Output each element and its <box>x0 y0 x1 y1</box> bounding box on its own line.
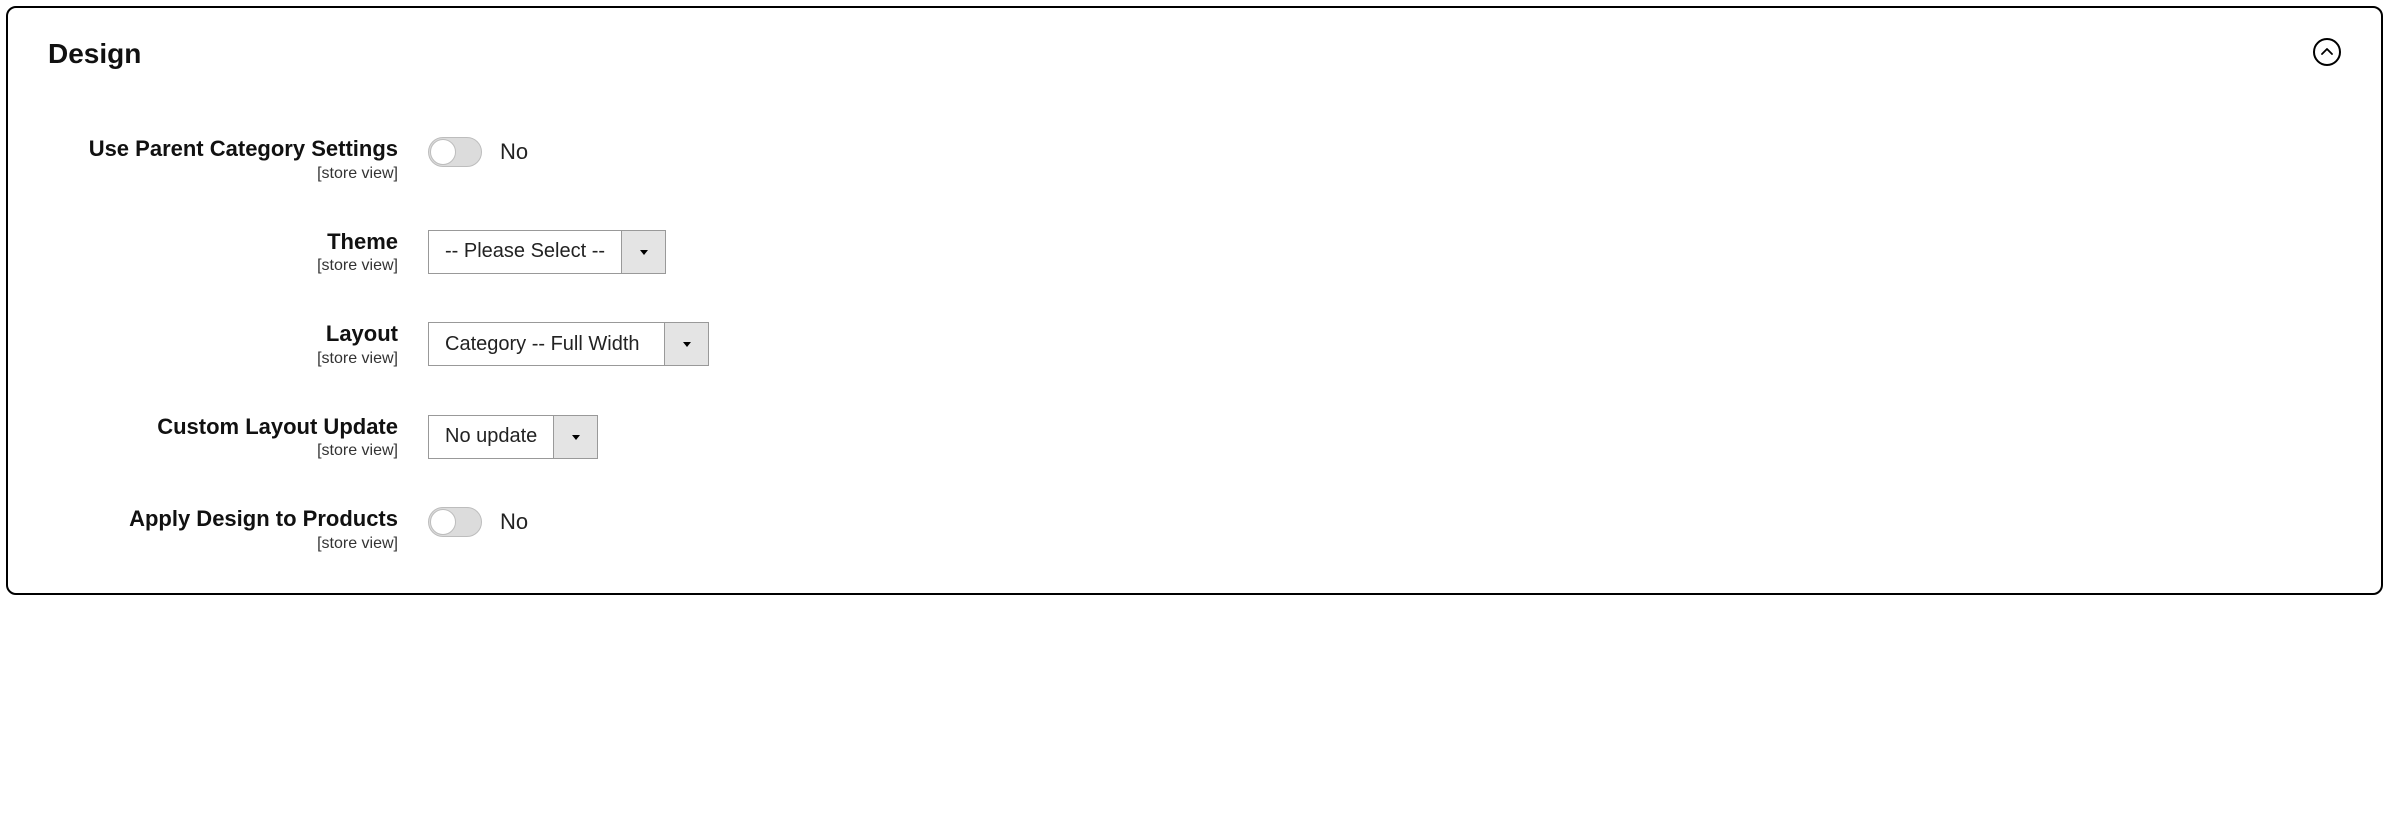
label-col: Theme [store view] <box>48 228 428 276</box>
toggle-value-use-parent: No <box>500 139 528 165</box>
caret-down-icon <box>570 431 582 443</box>
row-use-parent: Use Parent Category Settings [store view… <box>48 135 2341 183</box>
label-col: Custom Layout Update [store view] <box>48 413 428 461</box>
toggle-knob <box>430 139 456 165</box>
field-label-layout: Layout <box>48 320 398 348</box>
scope-label: [store view] <box>48 165 398 183</box>
label-col: Use Parent Category Settings [store view… <box>48 135 428 183</box>
control-col: No update <box>428 413 598 459</box>
toggle-use-parent[interactable] <box>428 137 482 167</box>
control-col: -- Please Select -- <box>428 228 666 274</box>
select-theme[interactable]: -- Please Select -- <box>428 230 666 274</box>
toggle-knob <box>430 509 456 535</box>
design-panel: Design Use Parent Category Settings [sto… <box>6 6 2383 595</box>
scope-label: [store view] <box>48 257 398 275</box>
select-arrow <box>664 323 708 365</box>
field-label-custom-layout-update: Custom Layout Update <box>48 413 398 441</box>
control-col: Category -- Full Width <box>428 320 709 366</box>
label-col: Layout [store view] <box>48 320 428 368</box>
select-arrow <box>621 231 665 273</box>
select-theme-value: -- Please Select -- <box>429 231 621 273</box>
select-layout-value: Category -- Full Width <box>429 323 664 365</box>
select-custom-layout-update[interactable]: No update <box>428 415 598 459</box>
caret-down-icon <box>681 338 693 350</box>
collapse-button[interactable] <box>2313 38 2341 66</box>
toggle-value-apply-to-products: No <box>500 509 528 535</box>
select-layout[interactable]: Category -- Full Width <box>428 322 709 366</box>
row-layout: Layout [store view] Category -- Full Wid… <box>48 320 2341 368</box>
row-custom-layout-update: Custom Layout Update [store view] No upd… <box>48 413 2341 461</box>
select-custom-layout-update-value: No update <box>429 416 553 458</box>
panel-header: Design <box>48 38 2341 70</box>
row-apply-to-products: Apply Design to Products [store view] No <box>48 505 2341 553</box>
panel-title: Design <box>48 38 141 70</box>
field-label-theme: Theme <box>48 228 398 256</box>
label-col: Apply Design to Products [store view] <box>48 505 428 553</box>
caret-down-icon <box>638 246 650 258</box>
field-label-apply-to-products: Apply Design to Products <box>48 505 398 533</box>
row-theme: Theme [store view] -- Please Select -- <box>48 228 2341 276</box>
scope-label: [store view] <box>48 442 398 460</box>
control-col: No <box>428 135 528 167</box>
field-label-use-parent: Use Parent Category Settings <box>48 135 398 163</box>
chevron-up-icon <box>2321 46 2333 58</box>
scope-label: [store view] <box>48 535 398 553</box>
toggle-apply-to-products[interactable] <box>428 507 482 537</box>
form-area: Use Parent Category Settings [store view… <box>48 135 2341 553</box>
control-col: No <box>428 505 528 537</box>
scope-label: [store view] <box>48 350 398 368</box>
select-arrow <box>553 416 597 458</box>
